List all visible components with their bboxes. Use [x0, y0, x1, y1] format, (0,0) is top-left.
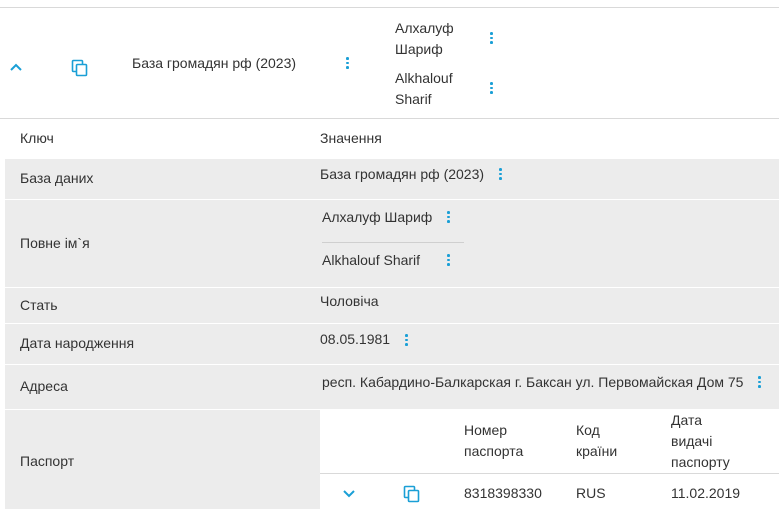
passport-header-issue-date: видачі — [671, 433, 713, 449]
row-key: Повне ім`я — [20, 235, 90, 251]
name-menu-icon[interactable] — [486, 80, 496, 96]
row-value: респ. Кабардино-Балкарская г. Баксан ул.… — [322, 374, 744, 390]
passport-header-country: Код — [576, 422, 600, 438]
chevron-up-icon[interactable] — [9, 62, 23, 72]
name-value: Alkhalouf Sharif — [322, 252, 421, 268]
name-divider — [322, 242, 464, 243]
name-menu-icon[interactable] — [486, 30, 496, 46]
row-key: База даних — [20, 170, 94, 186]
row-value: 08.05.1981 — [320, 331, 391, 347]
row-full-name: Повне ім`я Алхалуф Шариф Alkhalouf Shari… — [5, 200, 779, 287]
database-menu-icon[interactable] — [342, 55, 352, 71]
database-menu-icon[interactable] — [495, 166, 505, 182]
row-database: База даних База громадян рф (2023) — [5, 159, 779, 199]
row-key: Стать — [20, 297, 58, 313]
row-address: Адреса респ. Кабардино-Балкарская г. Бак… — [5, 365, 779, 409]
copy-icon[interactable] — [71, 59, 89, 77]
chevron-down-icon[interactable] — [342, 489, 356, 499]
passport-number: 8318398330 — [464, 485, 542, 501]
summary-name-line: Alkhalouf — [395, 70, 453, 86]
row-key: Паспорт — [20, 453, 75, 469]
name-menu-icon[interactable] — [443, 209, 453, 225]
row-value: Чоловіча — [320, 293, 379, 309]
summary-name-line: Алхалуф — [395, 20, 454, 36]
passport-header-number: Номер — [464, 422, 508, 438]
column-header-key: Ключ — [20, 130, 54, 146]
name-menu-icon[interactable] — [443, 252, 453, 268]
row-key: Дата народження — [20, 335, 135, 351]
passport-header-issue-date: Дата — [671, 412, 703, 428]
summary-name-line: Шариф — [395, 41, 443, 57]
passport-issue-date: 11.02.2019 — [671, 485, 741, 501]
passport-header-issue-date: паспорту — [671, 454, 730, 470]
passport-header-country: країни — [576, 443, 618, 459]
top-border — [0, 7, 779, 8]
row-birth-date: Дата народження 08.05.1981 — [5, 324, 779, 364]
passport-header-divider — [320, 473, 779, 474]
passport-header-number: паспорта — [464, 443, 524, 459]
copy-icon[interactable] — [403, 485, 421, 503]
name-value: Алхалуф Шариф — [322, 209, 433, 225]
row-value: База громадян рф (2023) — [320, 166, 485, 182]
birth-date-menu-icon[interactable] — [401, 332, 411, 348]
table-header-row: Ключ Значення — [5, 119, 779, 158]
row-key: Адреса — [20, 378, 68, 394]
column-header-value: Значення — [320, 130, 382, 146]
summary-name-line: Sharif — [395, 91, 432, 107]
address-menu-icon[interactable] — [754, 374, 764, 390]
passport-country-code: RUS — [576, 485, 606, 501]
summary-database: База громадян рф (2023) — [132, 55, 297, 71]
passport-table: Номер паспорта Код країни Дата видачі па… — [320, 410, 779, 509]
row-sex: Стать Чоловіча — [5, 288, 779, 323]
